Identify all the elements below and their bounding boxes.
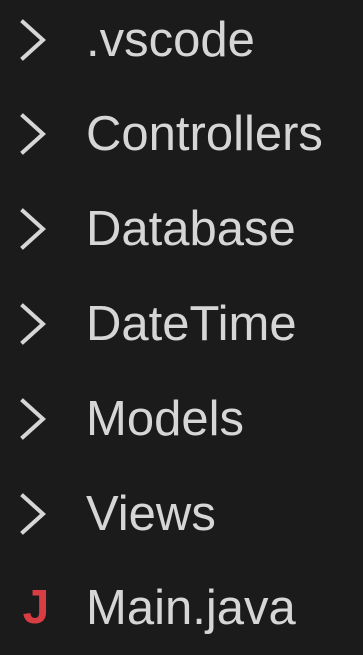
tree-item-database-folder[interactable]: Database (0, 181, 363, 276)
chevron-right-icon[interactable] (18, 491, 48, 537)
tree-item-label: Views (86, 486, 216, 541)
file-explorer-tree: .vscode Controllers Database DateTime Mo… (0, 0, 363, 646)
tree-item-vscode-folder[interactable]: .vscode (0, 0, 363, 87)
chevron-right-icon[interactable] (18, 301, 48, 347)
chevron-right-icon[interactable] (18, 396, 48, 442)
tree-item-datetime-folder[interactable]: DateTime (0, 276, 363, 371)
tree-item-label: Controllers (86, 106, 323, 161)
tree-item-label: Database (86, 201, 296, 256)
tree-item-controllers-folder[interactable]: Controllers (0, 86, 363, 181)
chevron-right-icon[interactable] (18, 17, 48, 63)
tree-item-main-java-file[interactable]: J Main.java (0, 560, 363, 655)
java-icon: J (22, 580, 50, 634)
chevron-right-icon[interactable] (18, 111, 48, 157)
tree-item-label: DateTime (86, 296, 297, 351)
tree-item-views-folder[interactable]: Views (0, 466, 363, 561)
tree-item-models-folder[interactable]: Models (0, 371, 363, 466)
tree-item-label: Main.java (86, 580, 296, 635)
tree-item-label: .vscode (86, 12, 255, 67)
tree-item-label: Models (86, 391, 244, 446)
chevron-right-icon[interactable] (18, 206, 48, 252)
